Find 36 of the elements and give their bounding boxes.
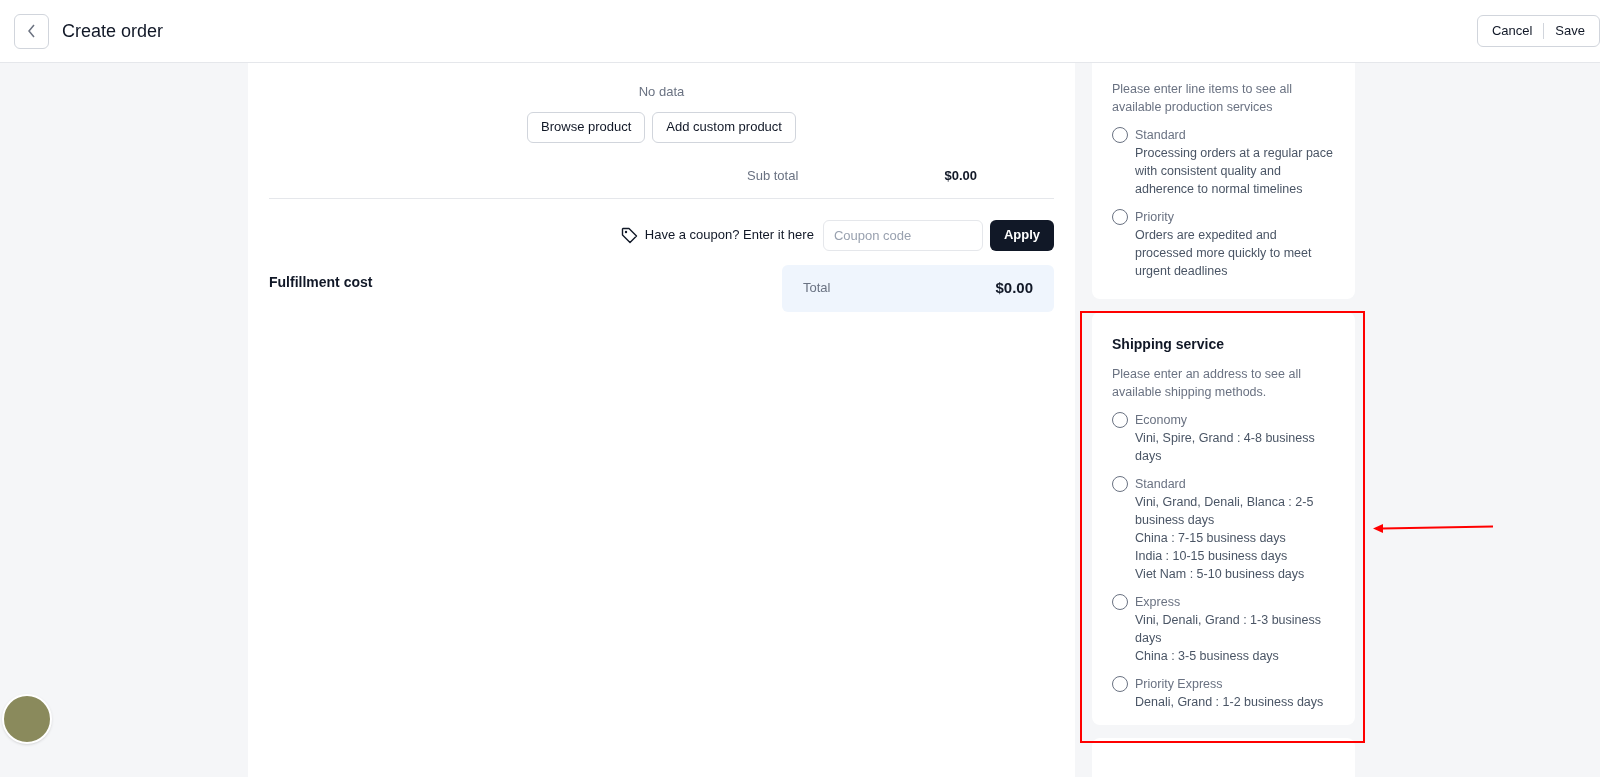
subtotal-value: $0.00 — [944, 167, 977, 186]
option-detail: China : 7-15 business days — [1135, 529, 1287, 547]
coupon-code-field[interactable]: Coupon code — [822, 219, 983, 251]
section-note: Please enter an address to see all available shipping methods. — [1112, 365, 1302, 401]
chevron-left-icon — [26, 24, 37, 38]
option-detail: India : 10-15 business days — [1135, 547, 1289, 565]
total-label: Total — [803, 279, 831, 298]
option-name: Express — [1135, 593, 1182, 611]
product-button[interactable]: Browse product — [527, 111, 646, 143]
option-name: Standard — [1135, 475, 1187, 493]
avatar — [2, 694, 52, 744]
option-detail: Vini, Grand, Denali, Blanca : 2-5 business days — [1135, 493, 1315, 529]
apply-button[interactable]: Apply — [989, 219, 1054, 251]
option-name: Standard — [1135, 127, 1187, 144]
page-title: Create order — [62, 19, 164, 43]
empty-state-text: No data — [637, 83, 686, 101]
option-detail: China : 3-5 business days — [1135, 647, 1280, 665]
option-detail: Processing orders at a regular pace with consistent quality and adherence to normal timelines — [1135, 145, 1335, 198]
product-button[interactable]: Add custom product — [652, 111, 796, 143]
section-title: Fulfillment cost — [269, 272, 373, 292]
option-detail: Denali, Grand : 1-2 business days — [1135, 693, 1324, 711]
option-detail: Vini, Spire, Grand : 4-8 business days — [1135, 429, 1316, 465]
option-name: Economy — [1135, 411, 1189, 429]
total-value: $0.00 — [995, 277, 1033, 298]
option-name: Priority Express — [1135, 675, 1224, 693]
option-name: Priority — [1135, 209, 1175, 226]
option-detail: Vini, Denali, Grand : 1-3 business days — [1135, 611, 1322, 647]
tag-icon — [620, 226, 638, 244]
option-detail: Viet Nam : 5-10 business days — [1135, 565, 1306, 583]
header-action-link[interactable]: Save — [1555, 21, 1585, 41]
option-detail: Orders are expedited and processed more quickly to meet urgent deadlines — [1135, 227, 1313, 280]
header-action-link[interactable]: Cancel — [1491, 21, 1533, 41]
coupon-prompt: Have a coupon? Enter it here — [644, 226, 814, 245]
subtotal-label: Sub total — [747, 167, 799, 186]
section-title: Shipping service — [1112, 334, 1226, 354]
section-note: Please enter line items to see all available production services — [1112, 81, 1293, 116]
